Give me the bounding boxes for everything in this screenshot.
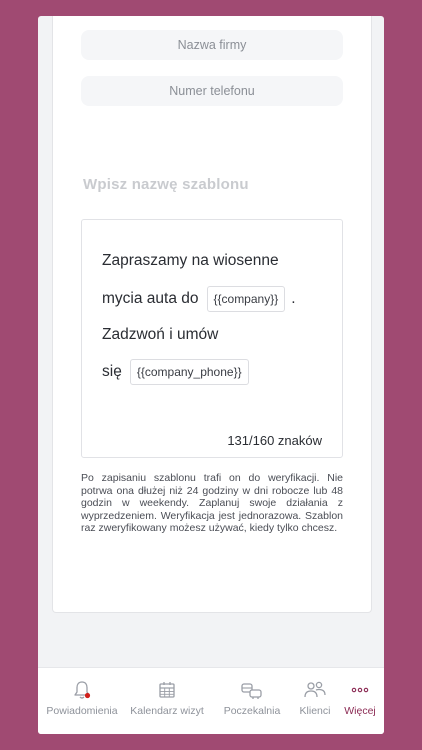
editor-line: Zapraszamy na wiosenne [102,252,279,270]
editor-text: Zapraszamy na wiosenne [102,252,279,269]
company-name-field[interactable]: Nazwa firmy [81,30,343,60]
clients-icon [302,678,328,702]
editor-line: Zadzwoń i umów [102,326,218,344]
editor-text: mycia auta do [102,290,199,307]
bell-icon [71,678,93,702]
tab-label: Powiadomienia [46,705,118,717]
template-form-card: Nazwa firmy Numer telefonu Wpisz nazwę s… [52,16,372,613]
template-editor[interactable]: Zapraszamy na wiosenne mycia auta do {{c… [81,219,343,458]
editor-text: Zadzwoń i umów [102,326,219,343]
calendar-icon [156,678,178,702]
company-variable-chip[interactable]: {{company}} [206,286,286,312]
editor-line: mycia auta do {{company}} . [102,286,296,312]
editor-text: . [291,290,296,307]
tab-label: Poczekalnia [223,705,281,717]
tab-notifications[interactable]: Powiadomienia [40,668,124,734]
editor-text: się [102,363,122,380]
tab-clients[interactable]: Klienci [290,668,340,734]
phone-number-field[interactable]: Numer telefonu [81,76,343,106]
tab-waiting-room[interactable]: Poczekalnia [214,668,290,734]
tab-label: Klienci [299,705,331,717]
verification-info-text: Po zapisaniu szablonu trafi on do weryfi… [81,472,343,534]
template-name-input[interactable]: Wpisz nazwę szablonu [83,176,249,193]
editor-line: się {{company_phone}} [102,359,255,385]
tab-more[interactable]: Więcej [338,668,382,734]
app-screen: Nazwa firmy Numer telefonu Wpisz nazwę s… [38,16,384,734]
company-phone-variable-chip[interactable]: {{company_phone}} [129,359,249,385]
waiting-room-icon [239,678,265,702]
tab-calendar[interactable]: Kalendarz wizyt [124,668,210,734]
bottom-tab-bar: Powiadomienia Kalendarz wizyt Poczekalni… [38,667,384,734]
character-counter: 131/160 znaków [227,433,322,448]
more-icon [349,678,371,702]
tab-label: Kalendarz wizyt [130,705,204,717]
tab-label: Więcej [344,705,376,717]
